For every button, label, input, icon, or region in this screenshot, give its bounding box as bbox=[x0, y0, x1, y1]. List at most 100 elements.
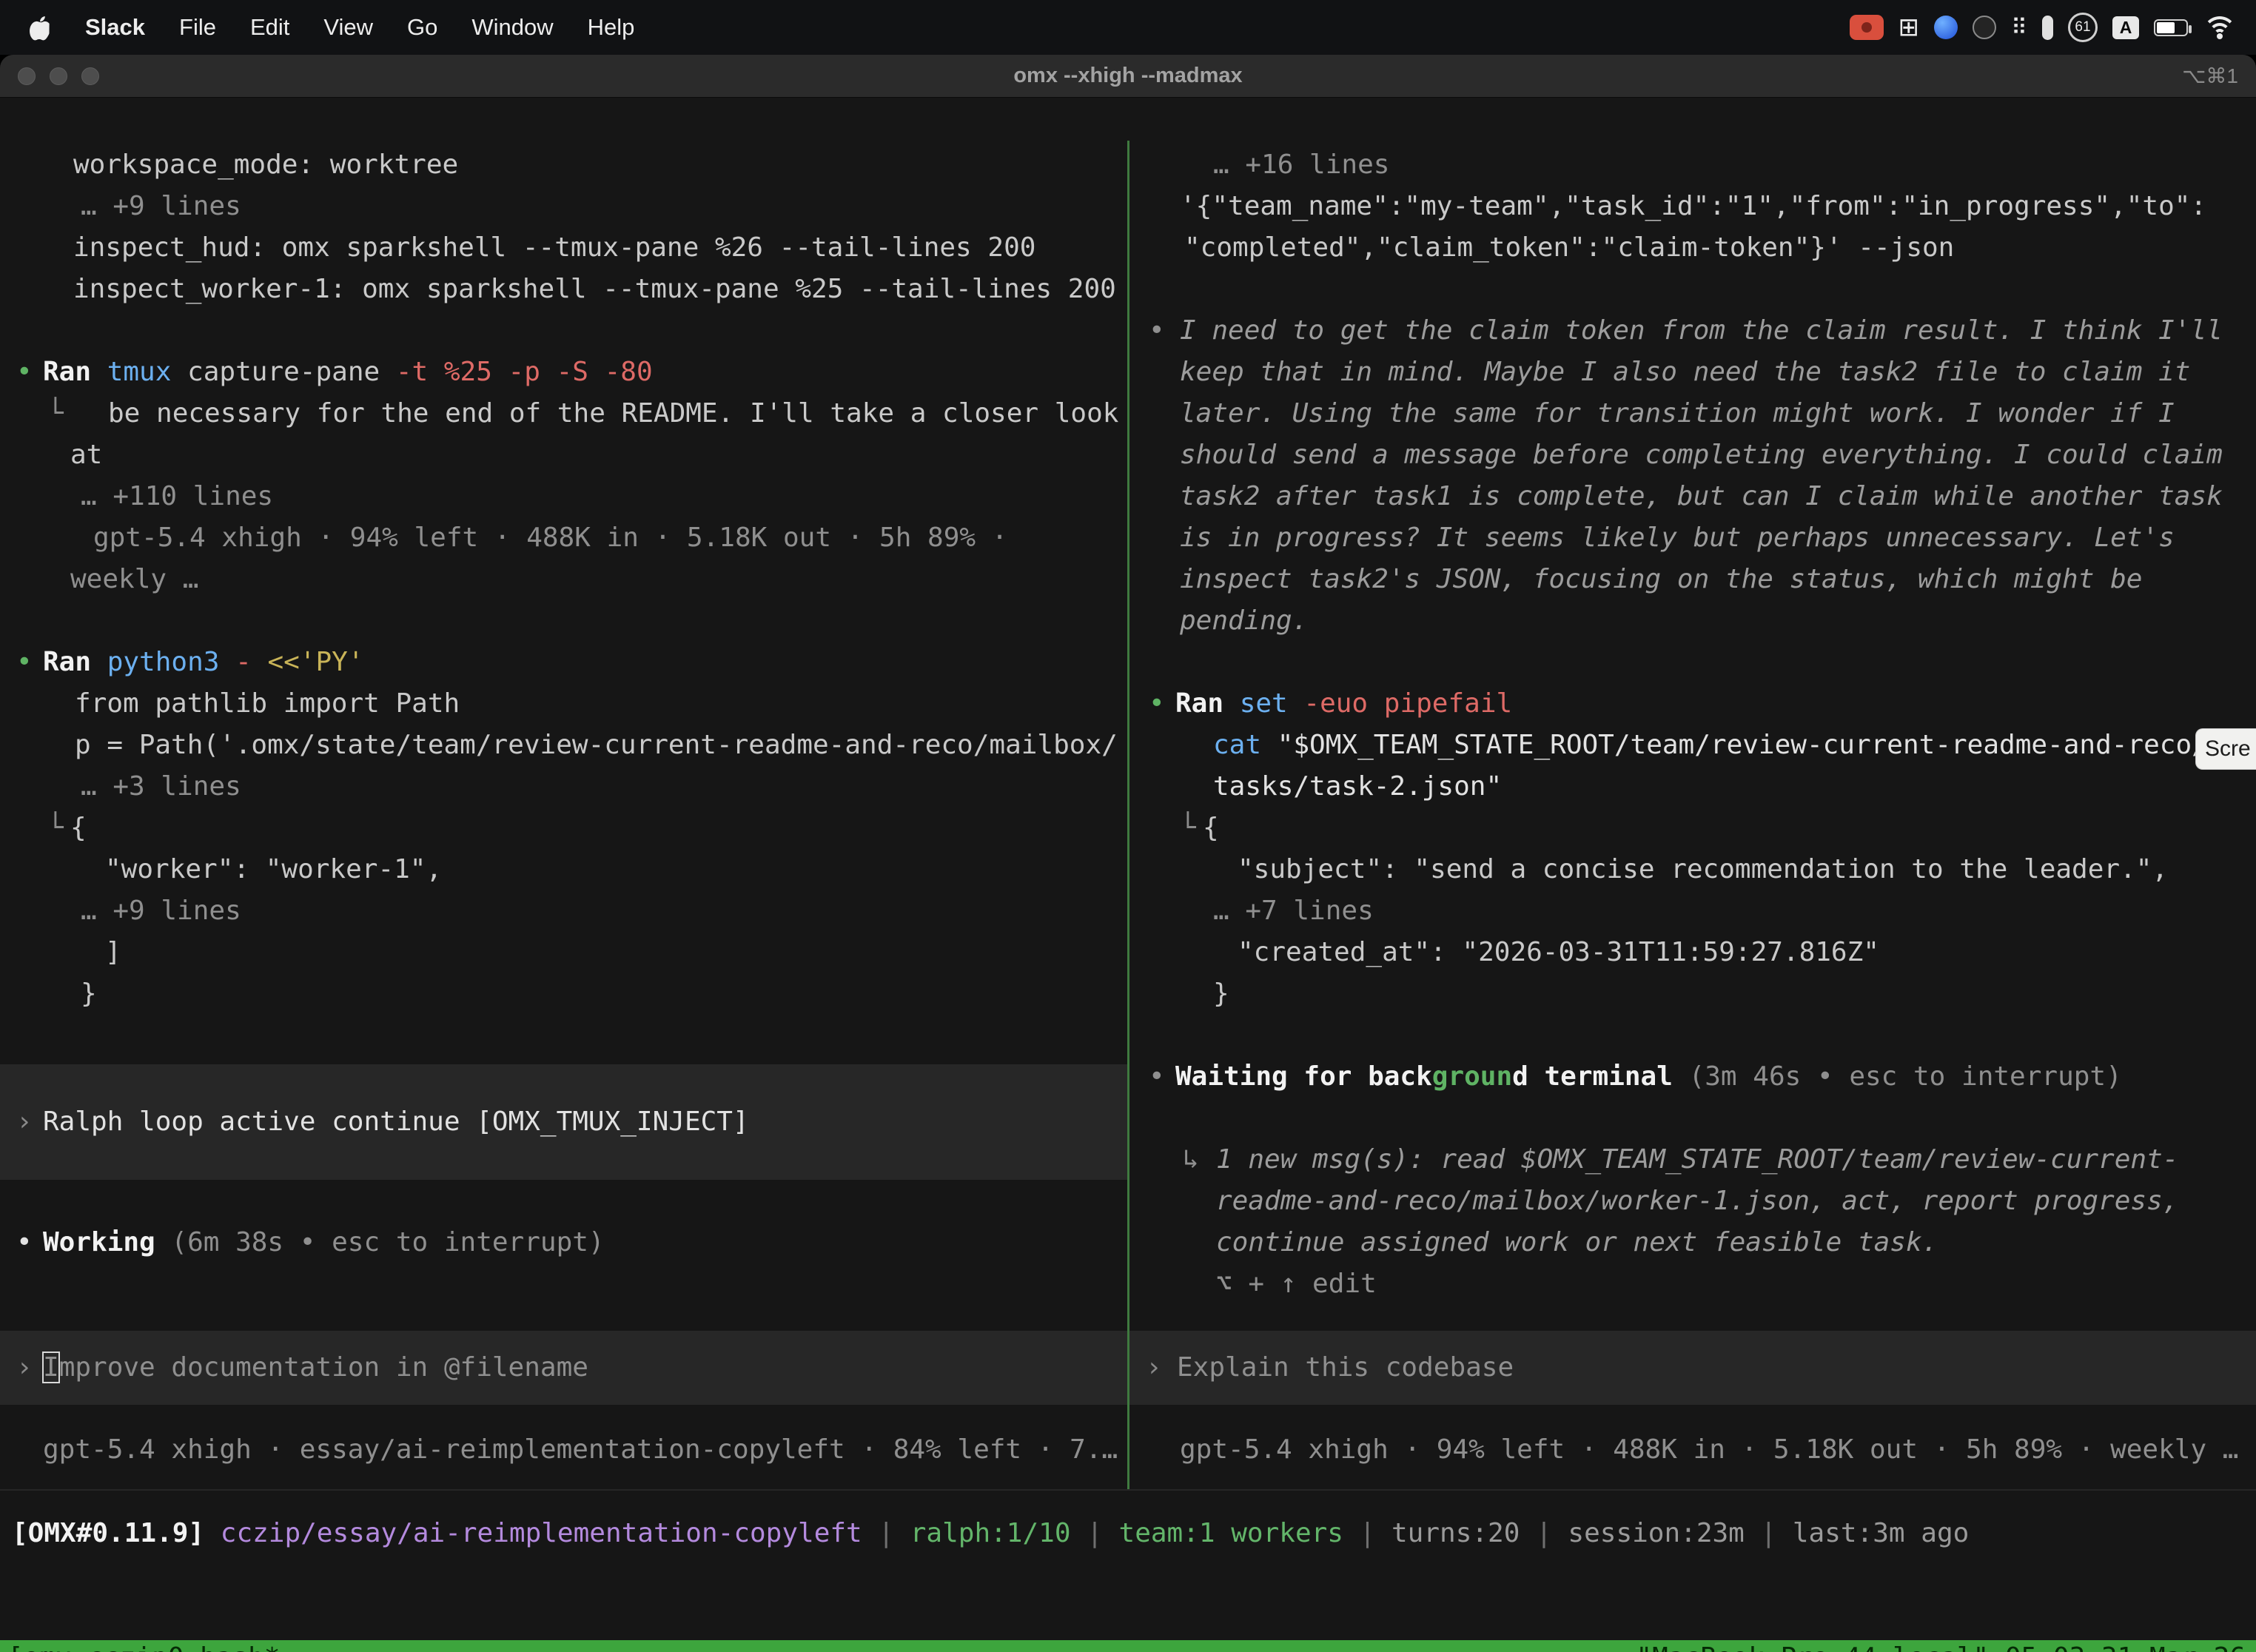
menu-go[interactable]: Go bbox=[390, 14, 454, 41]
blank-line bbox=[1132, 642, 2256, 683]
battery-icon[interactable] bbox=[2154, 11, 2188, 44]
command-output-line: └{ bbox=[0, 807, 1128, 849]
collapsed-lines-indicator: … +9 lines bbox=[0, 890, 1128, 932]
left-pane: workspace_mode: worktree … +9 lines insp… bbox=[0, 144, 1128, 1015]
command-output-line: "worker": "worker-1", bbox=[0, 849, 1128, 890]
bullet-icon: • bbox=[16, 352, 33, 393]
terminal-line: inspect_hud: omx sparkshell --tmux-pane … bbox=[0, 227, 1128, 269]
session-status-left: gpt-5.4 xhigh · essay/ai-reimplementatio… bbox=[0, 1429, 1128, 1471]
thinking-line: inspect task2's JSON, focusing on the st… bbox=[1132, 559, 2256, 600]
input-source-icon[interactable]: A bbox=[2112, 11, 2139, 44]
dark-app-icon[interactable] bbox=[1973, 11, 1996, 44]
team-workers: team:1 workers bbox=[1119, 1518, 1343, 1548]
terminal-window: omx --xhigh --madmax ⌥⌘1 workspace_mode:… bbox=[0, 55, 2256, 1652]
tmux-session-label: [omx-cczip0:bash* bbox=[7, 1642, 280, 1652]
return-arrow-icon: ↳ bbox=[1183, 1139, 1199, 1181]
collapsed-lines-indicator: … +7 lines bbox=[1132, 890, 2256, 932]
mailbox-note-line: ↳1 new msg(s): read $OMX_TEAM_STATE_ROOT… bbox=[1132, 1139, 2256, 1181]
thinking-line: is in progress? It seems likely but perh… bbox=[1132, 517, 2256, 559]
menu-view[interactable]: View bbox=[306, 14, 390, 41]
pane-divider[interactable] bbox=[1127, 141, 1129, 1489]
command-output-line: └{ bbox=[1132, 807, 2256, 849]
bullet-icon: • bbox=[1149, 310, 1165, 352]
prompt-chevron-icon: › bbox=[16, 1347, 33, 1389]
tmux-host-clock: "MacBook-Pro-44.local" 05:03 31-Mar-26 bbox=[1636, 1640, 2246, 1652]
session-status-right: gpt-5.4 xhigh · 94% left · 488K in · 5.1… bbox=[1132, 1429, 2256, 1471]
session-duration: session:23m bbox=[1568, 1518, 1744, 1548]
terminal-line: workspace_mode: worktree bbox=[0, 144, 1128, 186]
terminal-line: '{"team_name":"my-team","task_id":"1","f… bbox=[1132, 186, 2256, 227]
blank-line bbox=[1132, 269, 2256, 310]
collapsed-lines-indicator: … +110 lines bbox=[0, 476, 1128, 517]
blank-line bbox=[1132, 1015, 2256, 1056]
apple-menu[interactable] bbox=[0, 14, 68, 41]
bullet-icon: • bbox=[16, 642, 33, 683]
wifi-icon[interactable] bbox=[2203, 11, 2237, 44]
thinking-line: keep that in mind. Maybe I also need the… bbox=[1132, 352, 2256, 393]
key-icon[interactable] bbox=[2042, 11, 2053, 44]
blank-line bbox=[0, 310, 1128, 352]
screenshot-notification[interactable]: Scre bbox=[2195, 728, 2256, 770]
menu-file[interactable]: File bbox=[162, 14, 233, 41]
waiting-status: •Waiting for background terminal (3m 46s… bbox=[1132, 1056, 2256, 1098]
blue-app-icon[interactable] bbox=[1934, 11, 1958, 44]
turns-counter: turns:20 bbox=[1391, 1518, 1520, 1548]
menu-edit[interactable]: Edit bbox=[233, 14, 306, 41]
window-manager-icon[interactable]: ⊞ bbox=[1899, 11, 1920, 44]
bullet-icon: • bbox=[1149, 683, 1165, 725]
window-titlebar[interactable]: omx --xhigh --madmax ⌥⌘1 bbox=[0, 55, 2256, 98]
command-output-line: "subject": "send a concise recommendatio… bbox=[1132, 849, 2256, 890]
thinking-line: should send a message before completing … bbox=[1132, 434, 2256, 476]
tmux-status-bar: [omx-cczip0:bash* "MacBook-Pro-44.local" … bbox=[0, 1640, 2256, 1652]
menu-app-name[interactable]: Slack bbox=[68, 14, 162, 41]
composer-placeholder: Explain this codebase bbox=[1177, 1352, 1514, 1383]
minimize-button[interactable] bbox=[50, 67, 67, 85]
composer-input-left[interactable]: › Improve documentation in @filename bbox=[0, 1331, 1128, 1405]
screen-recording-indicator[interactable] bbox=[1850, 11, 1884, 44]
blank-line bbox=[0, 600, 1128, 642]
collapsed-lines-indicator: … +9 lines bbox=[0, 186, 1128, 227]
elbow-icon: └ bbox=[1180, 807, 1196, 849]
battery-percentage-badge[interactable]: 61 bbox=[2068, 11, 2098, 44]
collapsed-lines-indicator: … +16 lines bbox=[1132, 144, 2256, 186]
command-line: tasks/task-2.json" bbox=[1132, 766, 2256, 807]
command-output-line: } bbox=[1132, 973, 2256, 1015]
inject-banner: ›Ralph loop active continue [OMX_TMUX_IN… bbox=[0, 1064, 1128, 1180]
menu-help[interactable]: Help bbox=[571, 14, 652, 41]
ralph-counter: ralph:1/10 bbox=[910, 1518, 1071, 1548]
terminal-line: "completed","claim_token":"claim-token"}… bbox=[1132, 227, 2256, 269]
command-output-line: "created_at": "2026-03-31T11:59:27.816Z" bbox=[1132, 932, 2256, 973]
window-shortcut-badge: ⌥⌘1 bbox=[2182, 64, 2238, 88]
elbow-icon: └ bbox=[47, 393, 64, 434]
ran-command-line: •Ran set -euo pipefail bbox=[1132, 683, 2256, 725]
zoom-button[interactable] bbox=[81, 67, 99, 85]
command-line: cat "$OMX_TEAM_STATE_ROOT/team/review-cu… bbox=[1132, 725, 2256, 766]
menu-window[interactable]: Window bbox=[454, 14, 570, 41]
bullet-icon: • bbox=[16, 1222, 33, 1263]
omx-hud-line: [OMX#0.11.9] cczip/essay/ai-reimplementa… bbox=[0, 1513, 2256, 1554]
apple-icon bbox=[30, 14, 52, 41]
ran-command-line: •Ran python3 - <<'PY' bbox=[0, 642, 1128, 683]
mailbox-note-line: continue assigned work or next feasible … bbox=[1132, 1222, 2256, 1263]
prompt-chevron-icon: › bbox=[1146, 1347, 1162, 1389]
blank-line bbox=[1132, 1098, 2256, 1139]
script-body-line: from pathlib import Path bbox=[0, 683, 1128, 725]
thinking-line: task2 after task1 is complete, but can I… bbox=[1132, 476, 2256, 517]
text-cursor: I bbox=[43, 1352, 59, 1383]
thinking-line: •I need to get the claim token from the … bbox=[1132, 310, 2256, 352]
command-output-line: ] bbox=[0, 932, 1128, 973]
bullet-icon: • bbox=[1149, 1056, 1165, 1098]
dots-grid-icon[interactable]: ⠿ bbox=[2011, 11, 2027, 44]
close-button[interactable] bbox=[18, 67, 36, 85]
elbow-icon: └ bbox=[47, 807, 64, 849]
project-path: cczip/essay/ai-reimplementation-copyleft bbox=[221, 1518, 862, 1548]
last-activity: last:3m ago bbox=[1793, 1518, 1969, 1548]
right-pane: … +16 lines '{"team_name":"my-team","tas… bbox=[1132, 144, 2256, 1305]
terminal-content: workspace_mode: worktree … +9 lines insp… bbox=[0, 98, 2256, 1652]
ran-command-line: •Ran tmux capture-pane -t %25 -p -S -80 bbox=[0, 352, 1128, 393]
composer-placeholder: mprove documentation in @filename bbox=[59, 1352, 588, 1383]
composer-input-right[interactable]: › Explain this codebase bbox=[1129, 1331, 2256, 1405]
menu-bar: Slack File Edit View Go Window Help ⊞ ⠿ … bbox=[0, 0, 2256, 55]
mailbox-note-line: readme-and-reco/mailbox/worker-1.json, a… bbox=[1132, 1181, 2256, 1222]
command-output-line: gpt-5.4 xhigh · 94% left · 488K in · 5.1… bbox=[0, 517, 1128, 559]
